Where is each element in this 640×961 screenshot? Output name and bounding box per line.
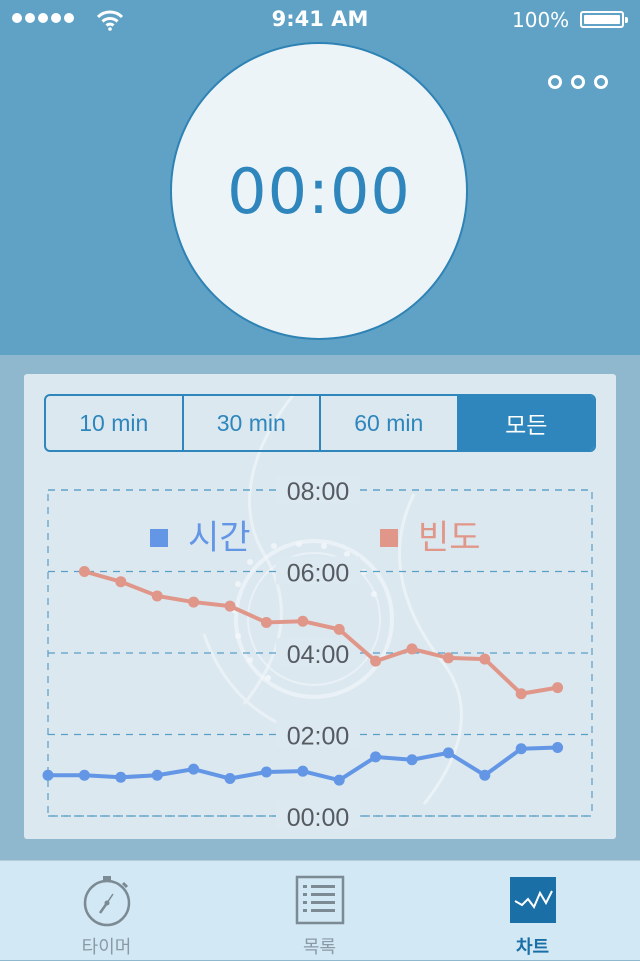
header: 9:41 AM 100% 00:00 <box>0 0 640 355</box>
data-point <box>333 774 345 786</box>
tab-chart[interactable]: 차트 <box>426 861 639 961</box>
y-tick-label: 02:00 <box>287 723 350 751</box>
data-point <box>406 643 418 655</box>
y-tick-label: 06:00 <box>287 560 350 588</box>
chart-card: 10 min 30 min 60 min 모든 08:00 06:00 04:00 0… <box>24 374 616 839</box>
y-tick-label: 00:00 <box>287 804 350 832</box>
data-point <box>406 754 418 766</box>
list-icon <box>295 875 345 925</box>
more-options-button[interactable] <box>548 72 608 92</box>
legend-label-time: 시간 <box>188 518 251 558</box>
data-point <box>479 769 491 781</box>
data-point <box>370 751 382 763</box>
data-point <box>370 655 382 667</box>
line-chart: 08:00 06:00 04:00 02:00 00:00 시간 빈도 <box>42 475 593 832</box>
tab-timer[interactable]: 타이머 <box>0 861 213 961</box>
data-point <box>151 769 163 781</box>
battery-icon <box>580 11 628 28</box>
y-tick-label: 04:00 <box>287 641 350 669</box>
series-line-1 <box>83 569 558 696</box>
data-point <box>115 771 127 783</box>
data-point <box>260 766 272 778</box>
data-point <box>297 615 309 627</box>
data-point <box>78 769 90 781</box>
tab-list[interactable]: 목록 <box>213 861 426 961</box>
tab-label: 타이머 <box>81 937 132 958</box>
data-point <box>224 600 236 612</box>
data-point <box>479 653 491 665</box>
data-point <box>552 682 564 694</box>
data-point <box>442 652 454 664</box>
y-tick-label: 08:00 <box>287 478 350 506</box>
tab-bar: 타이머 목록 차트 <box>0 860 640 960</box>
stopwatch-icon <box>83 876 131 927</box>
signal-dots-icon <box>12 13 74 23</box>
data-point <box>260 616 272 628</box>
data-point <box>297 765 309 777</box>
tab-label: 목록 <box>302 937 337 958</box>
timer-button[interactable]: 00:00 <box>170 42 468 340</box>
more-dots-icon <box>548 75 562 89</box>
status-bar: 9:41 AM 100% <box>0 0 640 40</box>
timer-display: 00:00 <box>227 154 411 228</box>
data-point <box>515 688 527 700</box>
legend-swatch-frequency <box>380 529 398 547</box>
tab-label: 차트 <box>515 937 550 958</box>
data-point <box>188 763 200 775</box>
data-point <box>333 623 345 635</box>
data-point <box>515 743 527 755</box>
data-point <box>188 596 200 608</box>
legend-label-frequency: 빈도 <box>418 518 481 558</box>
data-point <box>115 576 127 588</box>
wifi-icon <box>97 10 123 31</box>
chart-icon <box>510 877 556 923</box>
data-point <box>224 773 236 785</box>
data-point <box>151 590 163 602</box>
data-point <box>42 769 54 781</box>
status-time: 9:41 AM <box>271 7 369 31</box>
legend-swatch-time <box>150 529 168 547</box>
data-point <box>442 747 454 759</box>
data-point <box>552 742 564 754</box>
data-point <box>78 566 90 577</box>
battery-percent: 100% <box>512 8 570 32</box>
